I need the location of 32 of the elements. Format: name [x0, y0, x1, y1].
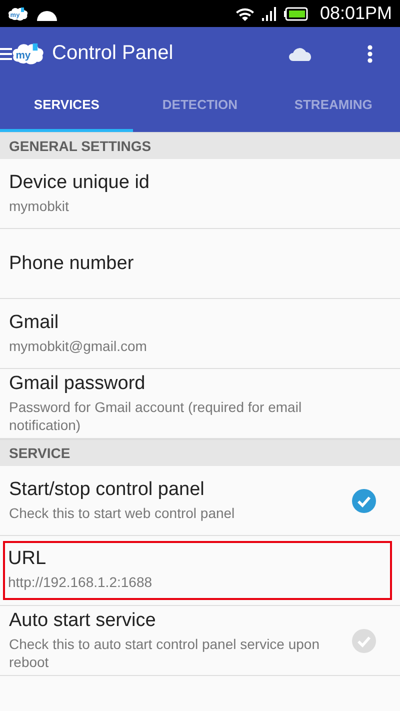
preference-row[interactable]: Phone number — [0, 229, 400, 299]
preference-row[interactable]: Device unique id mymobkit — [0, 159, 400, 229]
preference-summary: mymobkit@gmail.com — [9, 337, 148, 355]
logo-icon: my — [12, 40, 44, 66]
preference-summary: http://192.168.1.2:1688 — [8, 573, 154, 591]
preference-summary: Password for Gmail account (required for email notification) — [9, 398, 303, 434]
checkbox[interactable] — [351, 628, 377, 654]
wifi-icon — [236, 6, 254, 20]
preference-title: Gmail password — [9, 373, 146, 395]
preference-title: Phone number — [9, 252, 135, 274]
section-header: GENERAL SETTINGS — [0, 132, 400, 159]
menu-icon[interactable] — [0, 46, 12, 60]
more-options-icon[interactable] — [367, 44, 373, 62]
preference-row[interactable]: Start/stop control panel Check this to start web control panel — [0, 466, 400, 536]
preference-row[interactable]: URL http://192.168.1.2:1688 — [0, 536, 400, 606]
section-header: SERVICE — [0, 439, 400, 466]
preference-title: Start/stop control panel — [9, 479, 206, 501]
preference-summary: mymobkit — [9, 197, 70, 215]
status-time: 08:01PM — [320, 3, 392, 24]
preference-title: Device unique id — [9, 172, 150, 194]
signal-icon — [262, 6, 276, 20]
preference-summary: Check this to start web control panel — [9, 504, 236, 522]
preference-title: Gmail — [9, 312, 60, 334]
app-title: Control Panel — [52, 42, 174, 65]
preference-title: Auto start service — [9, 610, 157, 632]
preference-title: URL — [8, 548, 48, 570]
checkbox[interactable] — [351, 488, 377, 514]
preference-summary: Check this to auto start control panel service upon reboot — [9, 635, 321, 671]
battery-icon — [284, 6, 308, 20]
cloud-icon[interactable] — [289, 46, 313, 60]
preference-row[interactable]: Auto start service Check this to auto start control panel service upon reboot — [0, 606, 400, 676]
preference-row[interactable]: Gmail mymobkit@gmail.com — [0, 299, 400, 369]
